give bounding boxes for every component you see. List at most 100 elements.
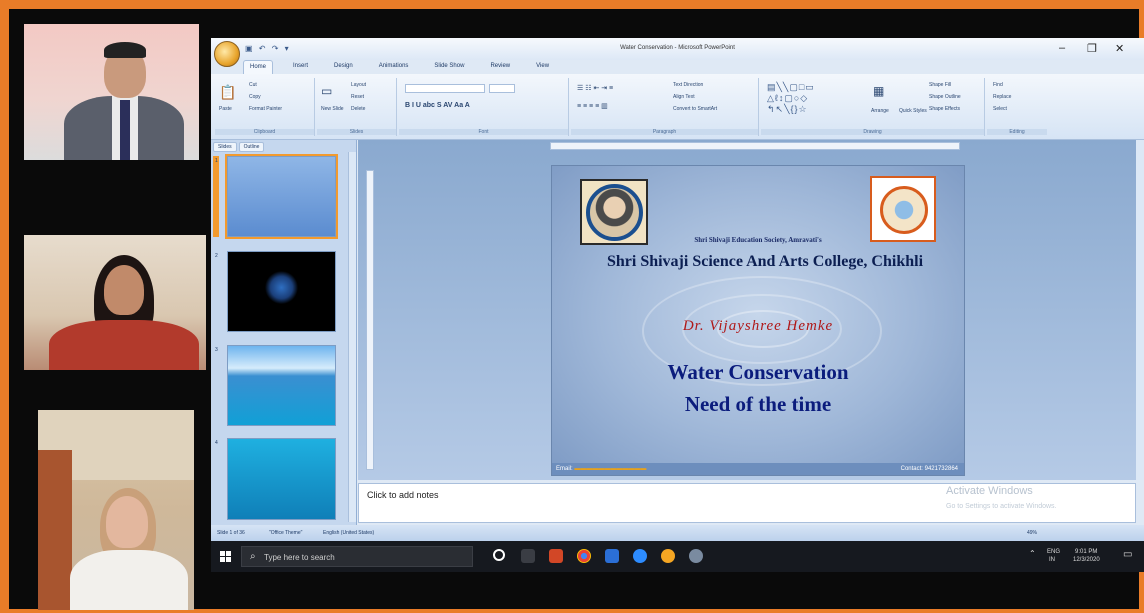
slide-editor: Shri Shivaji Education Society, Amravati… xyxy=(358,140,1144,480)
tab-slide-show[interactable]: Slide Show xyxy=(428,60,470,74)
participant-hair xyxy=(104,42,146,58)
paragraph-label: Paragraph xyxy=(571,129,758,135)
quick-styles-button[interactable]: Quick Styles xyxy=(899,108,927,114)
tab-home[interactable]: Home xyxy=(243,60,274,74)
language-indicator[interactable]: ENG xyxy=(1047,549,1060,555)
slide-thumbnail-2[interactable] xyxy=(227,251,336,332)
align-buttons[interactable]: ≡ ≡ ≡ ≡ ▥ xyxy=(577,102,608,110)
task-view-icon[interactable] xyxy=(521,549,535,563)
theme-name: "Office Theme" xyxy=(269,530,303,536)
clipboard-group: 📋 Paste Cut Copy Format Painter Clipboar… xyxy=(215,78,315,136)
slides-label: Slides xyxy=(317,129,396,135)
slide-thumbnail-4[interactable] xyxy=(227,438,336,520)
tab-outline[interactable]: Outline xyxy=(238,142,265,152)
slide-number: 3 xyxy=(215,347,218,353)
clock-time[interactable]: 9:01 PM xyxy=(1075,549,1097,555)
slide-number: 1 xyxy=(215,158,218,164)
list-buttons[interactable]: ☰ ☷ ⇤ ⇥ ≡ xyxy=(577,84,613,92)
convert-smartart-button[interactable]: Convert to SmartArt xyxy=(673,106,717,112)
cut-button[interactable]: Cut xyxy=(249,82,257,88)
font-group: B I U abc S AV Aa A Font xyxy=(399,78,569,136)
participant-head xyxy=(104,265,144,315)
cortana-icon[interactable] xyxy=(493,549,505,561)
quick-access-toolbar[interactable]: ▣ ↶ ↷ ▾ xyxy=(245,44,291,53)
tab-animations[interactable]: Animations xyxy=(373,60,415,74)
word-icon[interactable] xyxy=(605,549,619,563)
reset-button[interactable]: Reset xyxy=(351,94,364,100)
layout-button[interactable]: Layout xyxy=(351,82,366,88)
powerpoint-taskbar-icon[interactable] xyxy=(549,549,563,563)
select-button[interactable]: Select xyxy=(993,106,1007,112)
participant-video-3[interactable] xyxy=(38,410,194,610)
minimize-button[interactable]: – xyxy=(1059,42,1065,54)
participant-head xyxy=(106,496,148,548)
panel-scrollbar[interactable] xyxy=(348,152,356,522)
chrome-icon[interactable] xyxy=(577,549,591,563)
office-button[interactable] xyxy=(214,41,240,67)
current-slide[interactable]: Shri Shivaji Education Society, Amravati… xyxy=(551,165,965,476)
participant-tie xyxy=(120,100,130,160)
slide-thumbnail-1[interactable] xyxy=(225,154,338,239)
slide-position: Slide 1 of 36 xyxy=(217,530,245,536)
tab-insert[interactable]: Insert xyxy=(287,60,314,74)
align-text-button[interactable]: Align Text xyxy=(673,94,695,100)
windows-start-icon[interactable] xyxy=(220,551,231,562)
vertical-ruler xyxy=(366,170,374,470)
media-player-icon[interactable] xyxy=(689,549,703,563)
shapes-gallery[interactable]: ▤╲╲▢□▭ △ℓ↕▢○◇ ↰↖╲{}☆ xyxy=(767,82,815,115)
font-size-select[interactable] xyxy=(489,84,515,93)
paragraph-group: ☰ ☷ ⇤ ⇥ ≡ ≡ ≡ ≡ ≡ ▥ Text Direction Align… xyxy=(571,78,759,136)
delete-button[interactable]: Delete xyxy=(351,106,365,112)
slide-thumbnail-3[interactable] xyxy=(227,345,336,426)
tab-review[interactable]: Review xyxy=(484,60,516,74)
zoom-app-icon[interactable] xyxy=(633,549,647,563)
window-title: Water Conservation - Microsoft PowerPoin… xyxy=(620,45,735,51)
text-direction-button[interactable]: Text Direction xyxy=(673,82,703,88)
region-indicator: IN xyxy=(1049,557,1055,563)
horizontal-ruler xyxy=(550,142,960,150)
arrange-icon: ▦ xyxy=(873,84,885,98)
drawing-label: Drawing xyxy=(761,129,984,135)
participant-video-2[interactable] xyxy=(24,235,206,370)
ribbon-tabs: Home Insert Design Animations Slide Show… xyxy=(243,60,555,74)
taskbar-search-box[interactable]: ⌕ Type here to search xyxy=(241,546,473,567)
font-name-select[interactable] xyxy=(405,84,485,93)
new-slide-button[interactable]: New Slide xyxy=(321,106,344,112)
notification-icon[interactable]: ▭ xyxy=(1123,549,1132,560)
shape-effects-button[interactable]: Shape Effects xyxy=(929,106,960,112)
participant-body xyxy=(70,550,188,610)
maximize-button[interactable]: ❐ xyxy=(1087,42,1097,55)
activate-windows-hint: Go to Settings to activate Windows. xyxy=(946,503,1057,510)
find-button[interactable]: Find xyxy=(993,82,1003,88)
editor-scrollbar[interactable] xyxy=(1136,140,1144,480)
font-format-buttons[interactable]: B I U abc S AV Aa A xyxy=(405,102,470,109)
app-icon[interactable] xyxy=(661,549,675,563)
paste-button[interactable]: Paste xyxy=(219,106,232,112)
chevron-up-icon[interactable]: ⌃ xyxy=(1029,549,1036,558)
clock-date[interactable]: 12/3/2020 xyxy=(1073,557,1100,563)
arrange-button[interactable]: Arrange xyxy=(871,108,889,114)
replace-button[interactable]: Replace xyxy=(993,94,1011,100)
participant-video-1[interactable] xyxy=(24,24,199,160)
college-emblem-image xyxy=(870,176,936,242)
shape-fill-button[interactable]: Shape Fill xyxy=(929,82,951,88)
zoom-level[interactable]: 49% xyxy=(1027,530,1037,536)
screen-bottom-area xyxy=(211,572,1139,609)
slide-author: Dr. Vijayshree Hemke xyxy=(682,318,834,334)
copy-button[interactable]: Copy xyxy=(249,94,261,100)
format-painter-button[interactable]: Format Painter xyxy=(249,106,282,112)
tab-slides[interactable]: Slides xyxy=(213,142,237,152)
close-button[interactable]: ✕ xyxy=(1115,42,1124,55)
slide-title-line-1: Water Conservation xyxy=(667,360,849,384)
slide-email: Email: ▬▬▬▬▬▬▬▬▬▬▬▬ xyxy=(556,466,647,472)
language: English (United States) xyxy=(323,530,375,536)
notes-placeholder: Click to add notes xyxy=(367,490,439,500)
ribbon: 📋 Paste Cut Copy Format Painter Clipboar… xyxy=(211,74,1144,140)
editing-label: Editing xyxy=(987,129,1047,135)
powerpoint-window: Water Conservation - Microsoft PowerPoin… xyxy=(211,38,1144,541)
shape-outline-button[interactable]: Shape Outline xyxy=(929,94,961,100)
tab-view[interactable]: View xyxy=(530,60,555,74)
tab-design[interactable]: Design xyxy=(328,60,359,74)
slide-contact: Contact: 9421732864 xyxy=(900,466,958,472)
windows-taskbar: ⌕ Type here to search ⌃ ENG IN 9:01 PM 1… xyxy=(211,541,1144,572)
